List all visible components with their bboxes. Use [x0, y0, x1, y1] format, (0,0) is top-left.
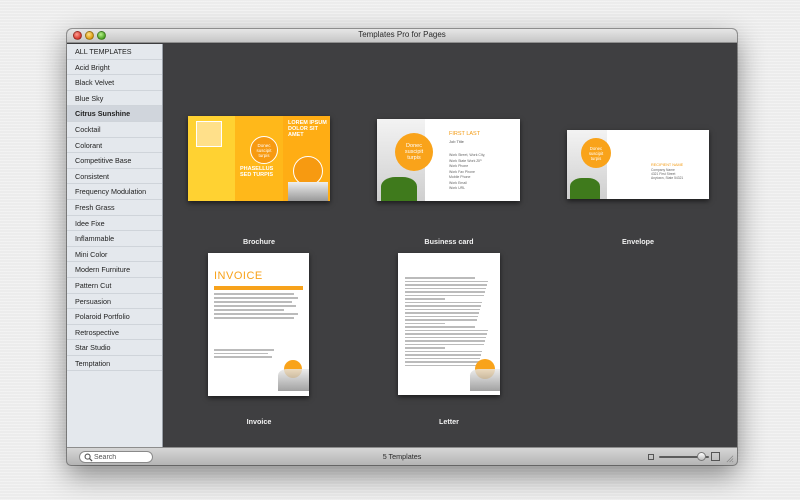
sidebar-item[interactable]: Frequency Modulation: [67, 184, 162, 200]
letter-text-line: [405, 301, 482, 303]
letter-label: Letter: [439, 417, 459, 426]
sidebar-item[interactable]: ALL TEMPLATES: [67, 44, 162, 60]
sidebar-item[interactable]: Polaroid Portfolio: [67, 309, 162, 325]
invoice-thumbnail[interactable]: INVOICE: [208, 253, 309, 396]
business-card-label: Business card: [424, 237, 474, 246]
letter-text-line: [405, 343, 484, 345]
template-count: 5 Templates: [382, 452, 422, 461]
letter-thumbnail[interactable]: [398, 253, 500, 395]
invoice-heading: INVOICE: [214, 270, 263, 282]
letter-text-line: [405, 294, 484, 296]
letter-text-line: [405, 361, 479, 363]
zoom-in-icon[interactable]: [711, 452, 720, 461]
letter-text-line: [405, 329, 488, 331]
bottom-bar: 5 Templates: [67, 447, 737, 465]
zoom-out-icon[interactable]: [648, 454, 654, 460]
letter-text-line: [405, 340, 485, 342]
business-card-thumbnail[interactable]: Donec suscipit turpis FIRST LAST Job Tit…: [377, 119, 520, 201]
envelope-recipient-name: RECIPIENT NAME: [651, 163, 684, 167]
letter-text-line: [405, 280, 488, 282]
window-title: Templates Pro for Pages: [358, 30, 446, 39]
sidebar-item[interactable]: Consistent: [67, 169, 162, 185]
letter-text-line: [405, 277, 475, 279]
sidebar-item[interactable]: Idee Fixe: [67, 216, 162, 232]
sidebar-item[interactable]: Acid Bright: [67, 60, 162, 76]
brochure-thumbnail[interactable]: LOREM IPSUM DOLOR SIT AMET PHASELLUS SED…: [188, 116, 330, 201]
sidebar-item[interactable]: Temptation: [67, 356, 162, 372]
letter-text-line: [405, 354, 481, 356]
business-card-detail-line: Work Street, Work City,: [449, 153, 486, 157]
letter-text-line: [405, 336, 486, 338]
envelope-circle-text: Donec suscipit turpis: [588, 145, 604, 161]
invoice-table-header: [214, 286, 303, 290]
letter-text-line: [405, 315, 478, 317]
business-card-job-title: Job Title: [449, 139, 464, 144]
invoice-table-body: [214, 293, 303, 321]
sidebar-item[interactable]: Black Velvet: [67, 75, 162, 91]
template-grid: LOREM IPSUM DOLOR SIT AMET PHASELLUS SED…: [164, 44, 737, 447]
letter-text-line: [405, 350, 482, 352]
business-card-name: FIRST LAST: [449, 131, 481, 137]
business-card-details: Work Street, Work City, Work State Work Z…: [449, 153, 485, 192]
sidebar-item[interactable]: Citrus Sunshine: [67, 106, 162, 122]
resize-grip-icon[interactable]: [725, 454, 734, 463]
sidebar-item[interactable]: Fresh Grass: [67, 200, 162, 216]
letter-body-text: [405, 277, 488, 368]
letter-text-line: [405, 357, 480, 359]
envelope-recipient-address: Company Name 4321 First Street Anytown, St…: [651, 168, 683, 181]
sidebar-item[interactable]: Cocktail: [67, 122, 162, 138]
letter-cup-image: [470, 369, 500, 391]
sidebar-item[interactable]: Star Studio: [67, 340, 162, 356]
brochure-subheading: PHASELLUS SED TURPIS: [240, 166, 274, 178]
envelope-address-line: Anytown, State 54321: [651, 176, 684, 181]
letter-text-line: [405, 308, 480, 310]
sidebar-item[interactable]: Pattern Cut: [67, 278, 162, 294]
brochure-circle-text: Donec suscipit turpis: [256, 142, 272, 158]
letter-text-line: [405, 298, 445, 300]
title-bar[interactable]: Templates Pro for Pages: [67, 29, 737, 43]
sidebar-item[interactable]: Inflammable: [67, 231, 162, 247]
brochure-headline: LOREM IPSUM DOLOR SIT AMET: [288, 120, 327, 138]
app-window: Templates Pro for Pages ALL TEMPLATES Aci…: [67, 29, 737, 465]
brochure-sticker: [196, 121, 222, 147]
brochure-cup-image: [288, 182, 328, 201]
envelope-label: Envelope: [622, 237, 654, 246]
envelope-thumbnail[interactable]: Donec suscipit turpis RECIPIENT NAME Com…: [567, 130, 709, 199]
letter-text-line: [405, 287, 486, 289]
letter-text-line: [405, 305, 481, 307]
business-card-circle: Donec suscipit turpis: [395, 133, 433, 171]
invoice-cup-image: [278, 369, 309, 391]
sidebar-item[interactable]: Competitive Base: [67, 153, 162, 169]
invoice-body-text: [214, 349, 274, 360]
letter-text-line: [405, 284, 487, 286]
sidebar-item[interactable]: Retrospective: [67, 325, 162, 341]
sidebar-item[interactable]: Persuasion: [67, 294, 162, 310]
zoom-slider-knob[interactable]: [697, 452, 706, 461]
sidebar-item[interactable]: Colorant: [67, 138, 162, 154]
sidebar-item[interactable]: Mini Color: [67, 247, 162, 263]
envelope-plant: [570, 178, 600, 199]
letter-text-line: [405, 347, 445, 349]
letter-text-line: [405, 333, 487, 335]
business-card-circle-text: Donec suscipit turpis: [404, 143, 424, 161]
brochure-circle: Donec suscipit turpis: [250, 136, 278, 164]
letter-text-line: [405, 291, 485, 293]
letter-text-line: [405, 326, 475, 328]
letter-text-line: [405, 319, 477, 321]
business-card-detail-line: Work URL: [449, 186, 466, 190]
business-card-plant: [381, 177, 417, 201]
envelope-circle: Donec suscipit turpis: [581, 138, 611, 168]
letter-text-line: [405, 322, 445, 324]
letter-text-line: [405, 364, 478, 366]
letter-text-line: [405, 312, 479, 314]
invoice-label: Invoice: [246, 417, 272, 426]
sidebar-item[interactable]: Blue Sky: [67, 91, 162, 107]
sidebar-item[interactable]: Modern Furniture: [67, 262, 162, 278]
sidebar: ALL TEMPLATES Acid Bright Black Velvet Blue…: [67, 44, 163, 447]
brochure-label: Brochure: [243, 237, 275, 246]
